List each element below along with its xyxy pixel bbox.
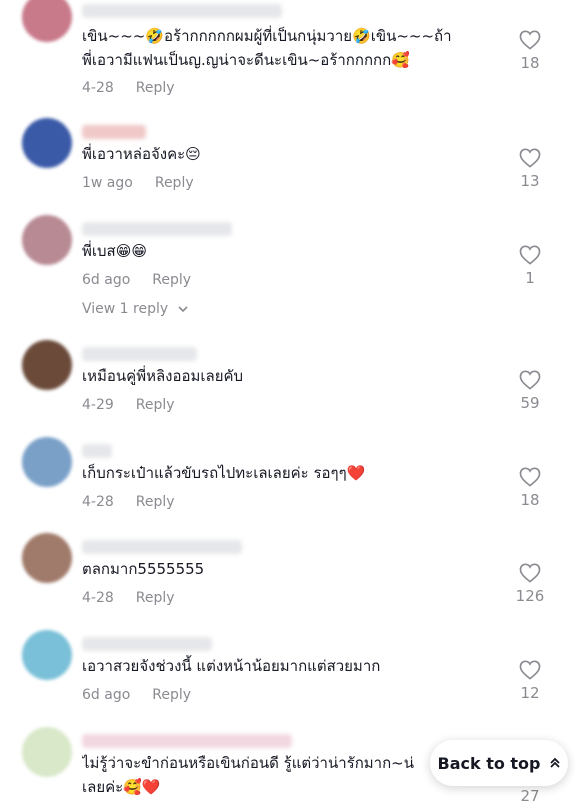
comment-meta: 4-29 Reply: [82, 397, 175, 413]
like-count: 59: [520, 394, 540, 412]
heart-outline-icon: [519, 660, 541, 680]
comment-meta: 4-28 Reply: [82, 80, 175, 96]
chevron-down-icon: [178, 306, 188, 313]
view-replies-button[interactable]: View 1 reply: [82, 301, 189, 317]
comment-text: ไม่รู้ว่าจะขำก่อนหรือเขินก่อนดี รู้แต่ว่…: [82, 754, 414, 772]
comment-meta: 6d ago Reply: [82, 687, 191, 703]
comment-text-line2: เลยค่ะ🥰❤️: [82, 778, 161, 796]
avatar[interactable]: [22, 0, 72, 42]
username-blurred[interactable]: [82, 734, 292, 748]
like-count: 18: [520, 54, 540, 72]
like-count: 126: [515, 587, 545, 605]
like-button[interactable]: 59: [505, 370, 555, 412]
reply-button[interactable]: Reply: [136, 590, 175, 606]
avatar[interactable]: [22, 118, 72, 168]
reply-button[interactable]: Reply: [152, 687, 191, 703]
like-count-partial: 27: [505, 783, 555, 805]
like-button[interactable]: 18: [505, 467, 555, 509]
avatar[interactable]: [22, 533, 72, 583]
heart-outline-icon: [519, 370, 541, 390]
username-blurred[interactable]: [82, 637, 212, 651]
like-button[interactable]: 13: [505, 148, 555, 190]
view-replies-label: View 1 reply: [82, 301, 169, 317]
heart-outline-icon: [519, 563, 541, 583]
heart-outline-icon: [519, 148, 541, 168]
comment-date: 6d ago: [82, 272, 131, 288]
avatar[interactable]: [22, 727, 72, 777]
reply-button[interactable]: Reply: [136, 494, 175, 510]
comment-meta: 4-28 Reply: [82, 590, 175, 606]
like-count: 12: [520, 684, 540, 702]
like-button[interactable]: 126: [505, 563, 555, 605]
comment-text: เขิน~~~🤣อร้ากกกกกผมผู้ที่เป็นกนุ่มวาย🤣เข…: [82, 27, 452, 45]
reply-button[interactable]: Reply: [152, 272, 191, 288]
username-blurred[interactable]: [82, 125, 146, 139]
comment-text: เหมือนคู่พี่หลิงออมเลยคับ: [82, 367, 244, 385]
back-to-top-label: Back to top: [437, 753, 541, 773]
like-button[interactable]: 12: [505, 660, 555, 702]
back-to-top-button[interactable]: Back to top: [430, 740, 568, 786]
like-button[interactable]: 18: [505, 30, 555, 72]
avatar[interactable]: [22, 215, 72, 265]
comment-text: พี่เอวาหล่อจังคะ😔: [82, 145, 201, 163]
comment-text: เอวาสวยจังช่วงนี้ แต่งหน้าน้อยมากแต่สวยม…: [82, 657, 381, 675]
reply-button[interactable]: Reply: [136, 80, 175, 96]
username-blurred[interactable]: [82, 347, 197, 361]
comment-text: ตลกมาก5555555: [82, 560, 205, 578]
avatar[interactable]: [22, 437, 72, 487]
username-blurred[interactable]: [82, 4, 282, 18]
reply-button[interactable]: Reply: [136, 397, 175, 413]
like-count: 1: [525, 269, 535, 287]
heart-outline-icon: [519, 467, 541, 487]
comment-date: 1w ago: [82, 175, 133, 191]
heart-outline-icon: [519, 245, 541, 265]
comment-text: พี่เบส😁😁: [82, 242, 147, 260]
username-blurred[interactable]: [82, 222, 232, 236]
like-count: 13: [520, 172, 540, 190]
like-count: 18: [520, 491, 540, 509]
like-button[interactable]: 1: [505, 245, 555, 287]
comment-meta: 6d ago Reply: [82, 272, 191, 288]
comment-meta: 1w ago Reply: [82, 175, 194, 191]
username-blurred[interactable]: [82, 444, 112, 458]
comment-meta: 4-28 Reply: [82, 494, 175, 510]
avatar[interactable]: [22, 630, 72, 680]
reply-button[interactable]: Reply: [155, 175, 194, 191]
comment-date: 4-29: [82, 397, 114, 413]
comment-text: เก็บกระเป๋าแล้วขับรถไปทะเลเลยค่ะ รอๆๆ❤️: [82, 464, 366, 482]
comment-date: 4-28: [82, 80, 114, 96]
comment-date: 4-28: [82, 494, 114, 510]
username-blurred[interactable]: [82, 540, 242, 554]
like-count: 27: [520, 787, 540, 805]
comment-text-line2: พี่เอวามีแฟนเป็นญ.ญน่าจะดีนะเขิน~อร้ากกก…: [82, 51, 410, 69]
avatar[interactable]: [22, 340, 72, 390]
comment-date: 6d ago: [82, 687, 131, 703]
comment-date: 4-28: [82, 590, 114, 606]
heart-outline-icon: [519, 30, 541, 50]
double-chevron-up-icon: [549, 757, 560, 768]
